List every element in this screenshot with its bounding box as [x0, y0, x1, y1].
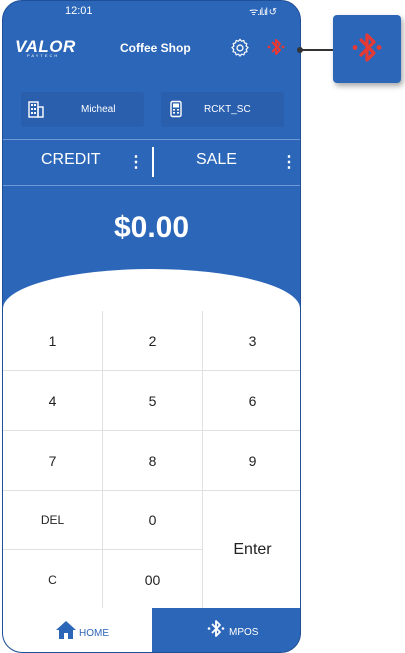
key-0[interactable]: 0	[103, 491, 203, 550]
bottom-nav: HOME MPOS	[3, 608, 300, 652]
key-8[interactable]: 8	[103, 431, 203, 491]
key-2[interactable]: 2	[103, 311, 203, 371]
status-bar: 12:01 ᯤ.ıl.ıl ↺	[3, 1, 300, 21]
app-header: VALOR PAYTECH Coffee Shop	[3, 29, 300, 69]
bluetooth-icon	[207, 620, 225, 637]
nav-mpos-label: MPOS	[229, 627, 259, 638]
key-5[interactable]: 5	[103, 371, 203, 431]
merchant-button[interactable]: Micheal	[21, 92, 144, 127]
transaction-mode-selector[interactable]: SALE	[196, 151, 237, 179]
signal-indicators: ᯤ.ıl.ıl ↺	[249, 7, 277, 18]
home-icon	[56, 621, 76, 639]
device-name: RCKT_SC	[204, 104, 251, 115]
callout-line	[301, 49, 333, 51]
bluetooth-callout	[333, 15, 401, 83]
key-1[interactable]: 1	[3, 311, 103, 371]
mode-separator	[152, 147, 154, 177]
valor-logo-sub: PAYTECH	[27, 53, 60, 58]
amount-display: $0.00	[113, 211, 190, 244]
key-7[interactable]: 7	[3, 431, 103, 491]
device-button[interactable]: RCKT_SC	[161, 92, 284, 127]
nav-home-tab[interactable]: HOME	[3, 608, 152, 652]
key-3[interactable]: 3	[203, 311, 300, 371]
key-9[interactable]: 9	[203, 431, 300, 491]
gear-icon[interactable]	[229, 37, 251, 59]
key-6[interactable]: 6	[203, 371, 300, 431]
transaction-type-menu-icon[interactable]: ⋮	[128, 152, 144, 172]
building-icon	[28, 101, 44, 118]
terminal-icon	[170, 100, 182, 118]
key-00[interactable]: 00	[103, 550, 203, 609]
clear-key[interactable]: C	[3, 550, 103, 609]
nav-home-label: HOME	[79, 628, 109, 639]
transaction-type-selector[interactable]: CREDIT	[41, 151, 101, 179]
delete-key[interactable]: DEL	[3, 491, 103, 550]
divider	[3, 139, 300, 140]
shop-name: Coffee Shop	[120, 41, 191, 55]
keypad: 1 2 3 4 5 6 7 8 9 DEL 0 Enter C 00	[3, 269, 300, 609]
key-4[interactable]: 4	[3, 371, 103, 431]
divider	[3, 185, 300, 186]
bluetooth-icon[interactable]	[265, 36, 287, 60]
merchant-name: Micheal	[81, 104, 116, 115]
bluetooth-icon	[352, 33, 382, 62]
status-time: 12:01	[65, 5, 93, 17]
nav-mpos-tab[interactable]: MPOS	[152, 608, 300, 652]
phone-frame: 12:01 ᯤ.ıl.ıl ↺ VALOR PAYTECH Coffee Sho…	[2, 0, 301, 653]
enter-button[interactable]: Enter	[203, 491, 300, 609]
transaction-mode-menu-icon[interactable]: ⋮	[281, 152, 297, 172]
